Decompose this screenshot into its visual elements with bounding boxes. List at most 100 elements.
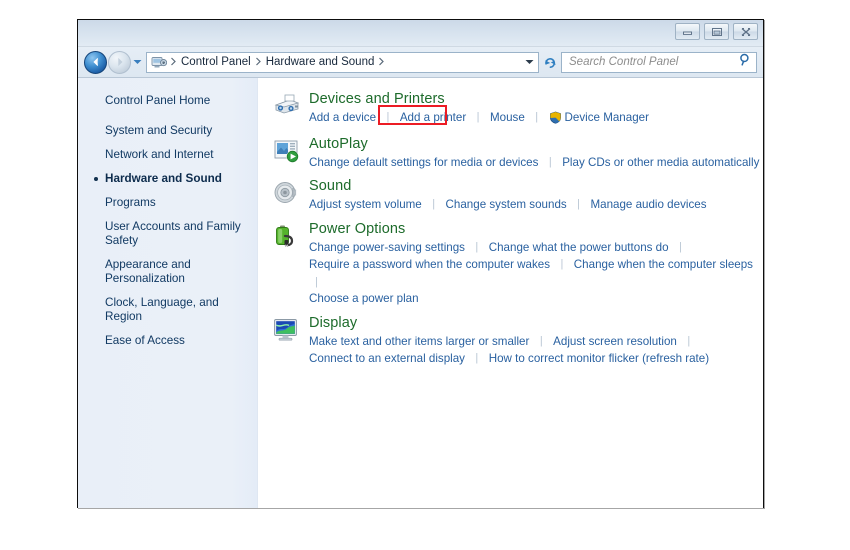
screenshot-root: Control Panel Hardware and Sound Search …	[0, 0, 850, 550]
sidebar-item-hardware-and-sound[interactable]: Hardware and Sound	[78, 167, 257, 191]
chevron-down-icon	[133, 60, 141, 64]
category-links: Change power-saving settings | Change wh…	[309, 239, 763, 308]
close-icon	[741, 27, 750, 36]
history-dropdown-button[interactable]	[131, 52, 143, 72]
sidebar-item-label: Hardware and Sound	[105, 172, 222, 185]
category-power-options: Power Options Change power-saving settin…	[272, 221, 763, 308]
control-panel-window: Control Panel Hardware and Sound Search …	[77, 19, 764, 508]
display-icon	[272, 315, 306, 368]
devices-and-printers-icon	[272, 91, 306, 129]
breadcrumb-separator	[255, 53, 262, 71]
sidebar-item-network-and-internet[interactable]: Network and Internet	[78, 143, 257, 167]
sound-icon	[272, 178, 306, 214]
category-title[interactable]: AutoPlay	[309, 136, 763, 153]
link-change-power-saving-settings[interactable]: Change power-saving settings	[309, 241, 465, 254]
window-titlebar[interactable]	[78, 20, 763, 47]
link-separator: |	[539, 334, 543, 347]
breadcrumb-control-panel[interactable]: Control Panel	[178, 56, 254, 68]
window-controls	[675, 23, 758, 40]
autoplay-icon	[272, 136, 306, 172]
refresh-icon	[544, 57, 556, 68]
window-body: Control Panel Home System and Security N…	[78, 78, 763, 508]
link-change-default-settings-for-media-or-devices[interactable]: Change default settings for media or dev…	[309, 156, 538, 169]
breadcrumb-separator	[378, 53, 385, 71]
link-make-text-and-other-items-larger-or-smaller[interactable]: Make text and other items larger or smal…	[309, 335, 529, 348]
forward-arrow-icon	[117, 57, 122, 67]
link-change-system-sounds[interactable]: Change system sounds	[446, 198, 567, 211]
link-separator: |	[687, 334, 691, 347]
refresh-button[interactable]	[540, 52, 560, 73]
link-separator: |	[560, 258, 564, 270]
link-change-what-the-power-buttons-do[interactable]: Change what the power buttons do	[489, 241, 669, 254]
category-body: Sound Adjust system volume | Change syst…	[306, 178, 763, 214]
breadcrumb-hardware-and-sound[interactable]: Hardware and Sound	[263, 56, 378, 68]
link-separator: |	[548, 155, 552, 168]
sidebar-item-programs[interactable]: Programs	[78, 191, 257, 215]
link-separator: |	[577, 198, 581, 210]
active-bullet-icon	[94, 177, 98, 181]
close-button[interactable]	[733, 23, 758, 40]
link-require-a-password-when-the-computer-wakes[interactable]: Require a password when the computer wak…	[309, 258, 550, 271]
sidebar: Control Panel Home System and Security N…	[78, 78, 258, 508]
link-adjust-screen-resolution[interactable]: Adjust screen resolution	[553, 335, 677, 348]
address-dropdown-button[interactable]	[522, 59, 536, 65]
category-body: Display Make text and other items larger…	[306, 315, 763, 368]
category-links-row: Change power-saving settings | Change wh…	[309, 239, 763, 257]
restore-button[interactable]	[704, 23, 729, 40]
link-separator: |	[476, 111, 480, 123]
category-body: Power Options Change power-saving settin…	[306, 221, 763, 308]
forward-button[interactable]	[108, 50, 131, 74]
link-play-cds-or-other-media-automatically[interactable]: Play CDs or other media automatically	[562, 156, 759, 169]
link-mouse[interactable]: Mouse	[490, 111, 525, 124]
link-separator: |	[432, 198, 436, 210]
category-links: Adjust system volume | Change system sou…	[309, 196, 763, 214]
category-display: Display Make text and other items larger…	[272, 315, 763, 368]
search-input[interactable]: Search Control Panel	[561, 51, 757, 73]
category-title[interactable]: Power Options	[309, 221, 763, 238]
category-links-row: Connect to an external display | How to …	[309, 350, 763, 368]
power-options-icon	[272, 221, 306, 308]
breadcrumb-bar[interactable]: Control Panel Hardware and Sound	[146, 51, 539, 73]
category-autoplay: AutoPlay Change default settings for med…	[272, 136, 763, 172]
address-bar: Control Panel Hardware and Sound Search …	[78, 47, 763, 78]
link-how-to-correct-monitor-flicker[interactable]: How to correct monitor flicker (refresh …	[489, 352, 709, 365]
category-body: Devices and Printers Add a device | Add …	[306, 91, 763, 129]
link-separator: |	[386, 111, 390, 123]
link-device-manager[interactable]: Device Manager	[565, 111, 649, 124]
back-button[interactable]	[84, 50, 107, 74]
back-arrow-icon	[93, 57, 98, 67]
sidebar-item-ease-of-access[interactable]: Ease of Access	[78, 329, 257, 353]
category-title[interactable]: Display	[309, 315, 763, 332]
control-panel-icon	[151, 55, 168, 70]
minimize-icon	[683, 31, 692, 35]
link-separator: |	[475, 352, 479, 364]
category-links-row: Require a password when the computer wak…	[309, 256, 763, 290]
search-placeholder: Search Control Panel	[569, 56, 679, 68]
category-sound: Sound Adjust system volume | Change syst…	[272, 178, 763, 214]
sidebar-item-user-accounts-and-family-safety[interactable]: User Accounts and Family Safety	[78, 215, 257, 253]
sidebar-item-clock-language-and-region[interactable]: Clock, Language, and Region	[78, 291, 257, 329]
category-title[interactable]: Devices and Printers	[309, 91, 763, 108]
search-icon[interactable]	[739, 53, 752, 71]
category-title[interactable]: Sound	[309, 178, 763, 195]
category-devices-and-printers: Devices and Printers Add a device | Add …	[272, 91, 763, 129]
link-separator: |	[315, 275, 318, 288]
sidebar-item-system-and-security[interactable]: System and Security	[78, 119, 257, 143]
category-links: Change default settings for media or dev…	[309, 154, 763, 172]
link-choose-a-power-plan[interactable]: Choose a power plan	[309, 292, 419, 305]
link-adjust-system-volume[interactable]: Adjust system volume	[309, 198, 422, 211]
category-links: Make text and other items larger or smal…	[309, 333, 763, 368]
link-change-when-the-computer-sleeps[interactable]: Change when the computer sleeps	[574, 258, 753, 271]
minimize-button[interactable]	[675, 23, 700, 40]
link-add-a-printer[interactable]: Add a printer	[400, 111, 466, 124]
link-separator: |	[679, 240, 682, 253]
category-links-row: Make text and other items larger or smal…	[309, 333, 763, 351]
category-links: Add a device | Add a printer | Mouse | D…	[309, 109, 763, 129]
link-add-a-device[interactable]: Add a device	[309, 111, 376, 124]
link-manage-audio-devices[interactable]: Manage audio devices	[590, 198, 706, 211]
link-connect-to-an-external-display[interactable]: Connect to an external display	[309, 352, 465, 365]
sidebar-item-control-panel-home[interactable]: Control Panel Home	[78, 89, 257, 119]
uac-shield-icon	[549, 111, 562, 129]
breadcrumb-separator	[170, 53, 177, 71]
sidebar-item-appearance-and-personalization[interactable]: Appearance and Personalization	[78, 253, 257, 291]
